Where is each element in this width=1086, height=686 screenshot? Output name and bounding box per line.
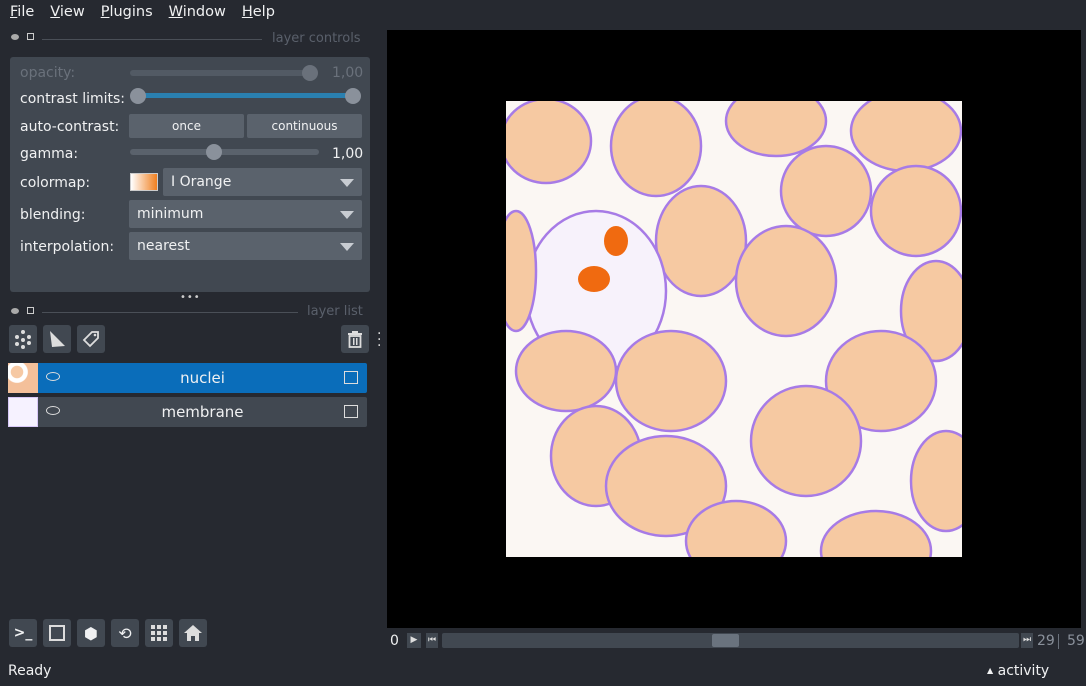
opacity-label: opacity: [20, 65, 76, 81]
play-icon: ▶ [410, 635, 418, 645]
chevron-down-icon [340, 179, 354, 187]
layer-item-membrane[interactable]: membrane [8, 397, 367, 427]
opacity-handle[interactable] [302, 65, 318, 81]
points-icon [15, 330, 31, 349]
play-button[interactable]: ▶ [407, 633, 421, 648]
grid-icon [151, 625, 167, 641]
new-labels-layer-button[interactable] [77, 325, 105, 353]
dims-slider[interactable] [442, 633, 1019, 648]
colormap-preview [130, 173, 158, 191]
menu-view[interactable]: View [40, 0, 90, 27]
menu-file[interactable]: File [0, 0, 40, 27]
once-button[interactable]: once [129, 114, 244, 138]
skip-back-icon: ⏮ [427, 635, 437, 645]
first-frame-button[interactable]: ⏮ [426, 633, 438, 648]
close-dock-icon[interactable] [27, 307, 34, 314]
eye-icon[interactable] [46, 406, 60, 415]
divider [42, 312, 298, 313]
console-button[interactable]: >_ [9, 619, 37, 647]
toggle-ndisplay-button[interactable] [43, 619, 71, 647]
interpolation-select[interactable]: nearest [129, 232, 362, 260]
activity-label: activity [997, 663, 1050, 679]
menubar: File View Plugins Window Help [0, 0, 281, 27]
transpose-button[interactable]: ⟲ [111, 619, 139, 647]
float-icon[interactable] [11, 308, 19, 314]
close-dock-icon[interactable] [27, 33, 34, 40]
continuous-button[interactable]: continuous [247, 114, 362, 138]
gamma-slider[interactable] [130, 149, 319, 155]
grid-view-button[interactable] [145, 619, 173, 647]
layer-thumbnail [8, 397, 38, 427]
gamma-handle[interactable] [206, 144, 222, 160]
chevron-down-icon [340, 211, 354, 219]
caret-up-icon: ▲ [987, 666, 994, 675]
divider [1058, 634, 1059, 649]
chevron-down-icon [340, 243, 354, 251]
image-layer-icon [344, 405, 358, 418]
layer-controls-panel: opacity: 1,00 contrast limits: auto-cont… [10, 57, 370, 292]
rotate-icon: ⟲ [118, 623, 132, 643]
splitter-handle[interactable]: ••• [180, 292, 201, 303]
opacity-value: 1,00 [332, 65, 364, 81]
opacity-slider[interactable] [130, 70, 310, 76]
square-icon [49, 625, 65, 641]
image-view [506, 101, 962, 557]
status-text: Ready [8, 663, 52, 679]
gamma-label: gamma: [20, 146, 79, 162]
delete-layer-button[interactable] [341, 325, 369, 353]
layer-item-nuclei[interactable]: nuclei [8, 363, 367, 393]
auto-contrast-label: auto-contrast: [20, 119, 120, 135]
eye-icon[interactable] [46, 372, 60, 381]
activity-button[interactable]: ▲ activity [987, 663, 1049, 679]
cube-icon: ⬢ [84, 623, 98, 643]
home-icon [184, 625, 202, 641]
home-button[interactable] [179, 619, 207, 647]
skip-forward-icon: ⏭ [1022, 635, 1032, 645]
contrast-max-handle[interactable] [345, 88, 361, 104]
dims-slider-value: 29 [1037, 633, 1055, 649]
roll-dimensions-button[interactable]: ⬢ [77, 619, 105, 647]
layer-name[interactable]: membrane [68, 397, 337, 427]
interpolation-label: interpolation: [20, 239, 115, 255]
gamma-value: 1,00 [332, 146, 364, 162]
contrast-limits-slider[interactable] [138, 93, 352, 98]
layer-controls-title: layer controls [272, 31, 361, 46]
blending-label: blending: [20, 207, 86, 223]
contrast-limits-label: contrast limits: [20, 91, 125, 107]
colormap-select[interactable]: I Orange [163, 168, 362, 196]
tag-icon [82, 331, 99, 348]
menu-window[interactable]: Window [159, 0, 232, 27]
shapes-icon [50, 331, 65, 347]
new-points-layer-button[interactable] [9, 325, 37, 353]
image-layer-icon [344, 371, 358, 384]
colormap-value: I Orange [171, 174, 232, 190]
menu-help[interactable]: Help [232, 0, 281, 27]
dims-max: 59 [1067, 633, 1085, 649]
blending-value: minimum [137, 206, 204, 222]
canvas[interactable] [387, 30, 1081, 628]
colormap-label: colormap: [20, 175, 91, 191]
last-frame-button[interactable]: ⏭ [1021, 633, 1033, 648]
console-icon: >_ [13, 625, 33, 641]
layer-name[interactable]: nuclei [68, 363, 337, 393]
blending-select[interactable]: minimum [129, 200, 362, 228]
layer-list-title: layer list [307, 304, 363, 319]
trash-icon [348, 331, 362, 348]
layer-thumbnail [8, 363, 38, 393]
contrast-min-handle[interactable] [130, 88, 146, 104]
more-options-icon[interactable]: · · · [377, 327, 381, 353]
menu-plugins[interactable]: Plugins [91, 0, 159, 27]
new-shapes-layer-button[interactable] [43, 325, 71, 353]
float-icon[interactable] [11, 34, 19, 40]
divider [42, 39, 262, 40]
interpolation-value: nearest [137, 238, 190, 254]
dims-current-index: 0 [390, 633, 399, 649]
dims-slider-handle[interactable] [712, 634, 739, 647]
